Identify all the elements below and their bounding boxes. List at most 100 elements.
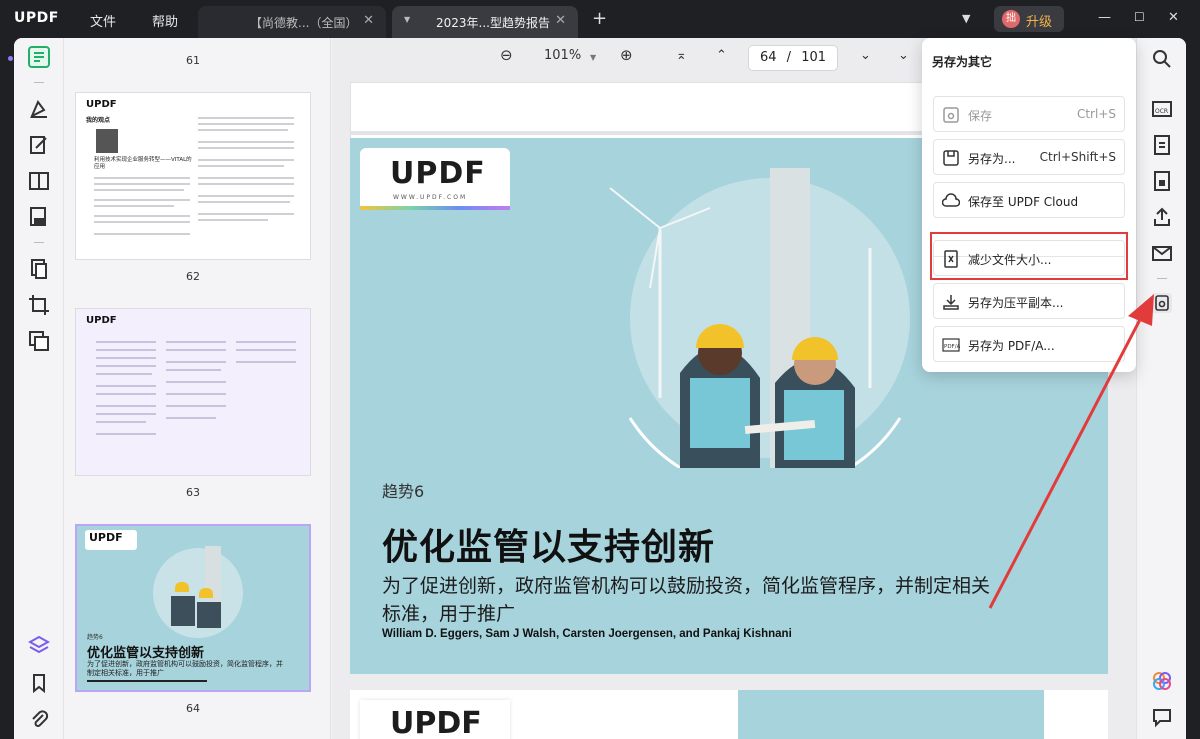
updf-logo-card: UPDF WWW.UPDF.COM [360,148,510,210]
close-window-icon[interactable]: ✕ [1168,10,1179,25]
item-shortcut: Ctrl+Shift+S [1039,150,1116,164]
item-shortcut: Ctrl+S [1076,107,1116,121]
save-item[interactable]: 保存 Ctrl+S [933,96,1125,132]
current-page-input[interactable]: 64 [760,50,777,65]
zoom-in-icon[interactable]: ⊕ [620,46,633,64]
zoom-out-icon[interactable]: ⊖ [500,46,513,64]
last-page-icon[interactable]: ⌄ [898,48,909,63]
page-separator: / [786,50,792,65]
stamp-icon[interactable] [28,330,50,352]
flatten-icon [943,295,959,310]
tab-document-2[interactable]: ▼ 2023年...型趋势报告 ✕ [392,6,578,38]
layers-icon[interactable] [28,634,50,656]
bookmark-icon[interactable] [28,672,50,694]
thumb-section: 我的观点 [86,117,111,124]
thumbnail-page-label: 64 [186,702,200,715]
close-icon[interactable]: ✕ [555,13,566,28]
protect-icon[interactable] [1151,170,1173,192]
thumb-logo: UPDF [86,99,117,110]
left-tool-rail [14,38,64,739]
zoom-level[interactable]: 101% [544,48,581,63]
ocr-icon[interactable]: OCR [1151,98,1173,120]
share-icon[interactable] [1151,206,1173,228]
thumb-trend: 趋势6 [87,634,103,641]
thumbnail-page-64[interactable]: UPDF 趋势6 优化监管以支持创新 为了促进创新，政府监管机构可以鼓励投资，简… [75,524,311,692]
tab-dropdown-icon[interactable]: ▼ [404,15,410,24]
tab-title: 2023年...型趋势报告 [436,16,550,30]
menu-file[interactable]: 文件 [90,11,116,30]
item-label: 另存为... [968,152,1016,166]
thumbnail-page-63[interactable]: UPDF [75,308,311,476]
thumb-heading: 利用技术实现企业服务转型——VITAL的应用 [94,157,192,170]
reader-icon[interactable] [28,46,50,68]
item-label: 保存 [968,109,993,123]
comment-icon[interactable] [28,98,50,120]
menu-title: 另存为其它 [932,55,993,69]
attachment-icon[interactable] [28,708,50,730]
trend-label: 趋势6 [382,482,425,501]
next-page-top: UPDF [350,690,1108,739]
edit-icon[interactable] [28,134,50,156]
convert-icon[interactable] [1151,134,1173,156]
save-icon [943,107,959,123]
app-logo: UPDF [14,10,59,26]
page-view-icon[interactable] [28,170,50,192]
upgrade-button[interactable]: 拙 升级 [994,6,1064,32]
total-pages: 101 [801,50,827,65]
first-page-icon[interactable]: ⌅ [676,48,687,63]
thumb-logo: UPDF [86,315,117,326]
previous-page-icon[interactable]: ⌃ [716,48,727,63]
thumbnail-page-label: 63 [186,486,200,499]
avatar: 拙 [1002,10,1020,28]
slide-headline: 优化监管以支持创新 [382,527,716,568]
svg-text:PDF/A: PDF/A [944,344,960,350]
thumbnail-panel: 61 UPDF 我的观点 利用技术实现企业服务转型——VITAL的应用 62 U… [65,38,331,739]
thumb-logo: UPDF [89,531,123,544]
divider [34,82,44,83]
tab-document-1[interactable]: 【尚德教...（全国） ✕ [198,6,386,38]
svg-text:OCR: OCR [1155,108,1168,115]
author-photo [96,129,118,153]
minimize-icon[interactable]: — [1098,10,1111,25]
slide-authors: William D. Eggers, Sam J Walsh, Carsten … [382,628,792,640]
next-page-logo: UPDF [390,706,482,739]
ai-assistant-icon[interactable] [1151,670,1173,692]
upgrade-label: 升级 [1026,15,1053,30]
save-to-cloud-item[interactable]: 保存至 UPDF Cloud [933,182,1125,218]
annotation-highlight-box [930,232,1128,280]
item-label: 保存至 UPDF Cloud [968,195,1079,209]
indicator-dot [8,56,13,61]
cloud-icon [942,193,960,207]
title-bar: UPDF 文件 帮助 【尚德教...（全国） ✕ ▼ 2023年...型趋势报告… [0,0,1200,38]
search-icon[interactable] [1151,48,1173,70]
next-page-icon[interactable]: ⌄ [860,48,871,63]
divider [1157,278,1167,279]
close-icon[interactable]: ✕ [363,13,374,28]
crop-icon[interactable] [28,294,50,316]
thumbnail-page-62[interactable]: UPDF 我的观点 利用技术实现企业服务转型——VITAL的应用 [75,92,311,260]
page-navigator[interactable]: 64 / 101 [748,45,838,71]
tab-title: 【尚德教...（全国） [250,16,358,30]
chevron-down-icon[interactable]: ▼ [962,12,970,25]
save-as-item[interactable]: 另存为... Ctrl+Shift+S [933,139,1125,175]
divider [34,242,44,243]
email-icon[interactable] [1151,242,1173,264]
thumbnail-page-label: 62 [186,270,200,283]
form-icon[interactable] [28,206,50,228]
feedback-icon[interactable] [1151,706,1173,728]
save-as-icon [943,150,959,166]
slide-subtitle: 为了促进创新，政府监管机构可以鼓励投资，简化监管程序，并制定相关标准，用于推广 [382,575,991,625]
new-tab-button[interactable]: + [592,8,607,29]
organize-pages-icon[interactable] [28,258,50,280]
thumb-subtitle: 为了促进创新，政府监管机构可以鼓励投资，简化监管程序，并制定相关标准，用于推广 [87,660,283,677]
thumbnail-page-label: 61 [186,54,200,67]
thumb-title: 优化监管以支持创新 [87,646,205,661]
workers-illustration [609,168,910,468]
annotation-arrow [988,294,1154,609]
updf-url: WWW.UPDF.COM [393,194,468,201]
maximize-icon[interactable]: ☐ [1134,10,1145,24]
updf-logo: UPDF [390,156,486,191]
menu-help[interactable]: 帮助 [152,11,178,30]
zoom-dropdown-icon[interactable]: ▼ [590,53,596,62]
pdfa-icon: PDF/A [942,338,960,352]
